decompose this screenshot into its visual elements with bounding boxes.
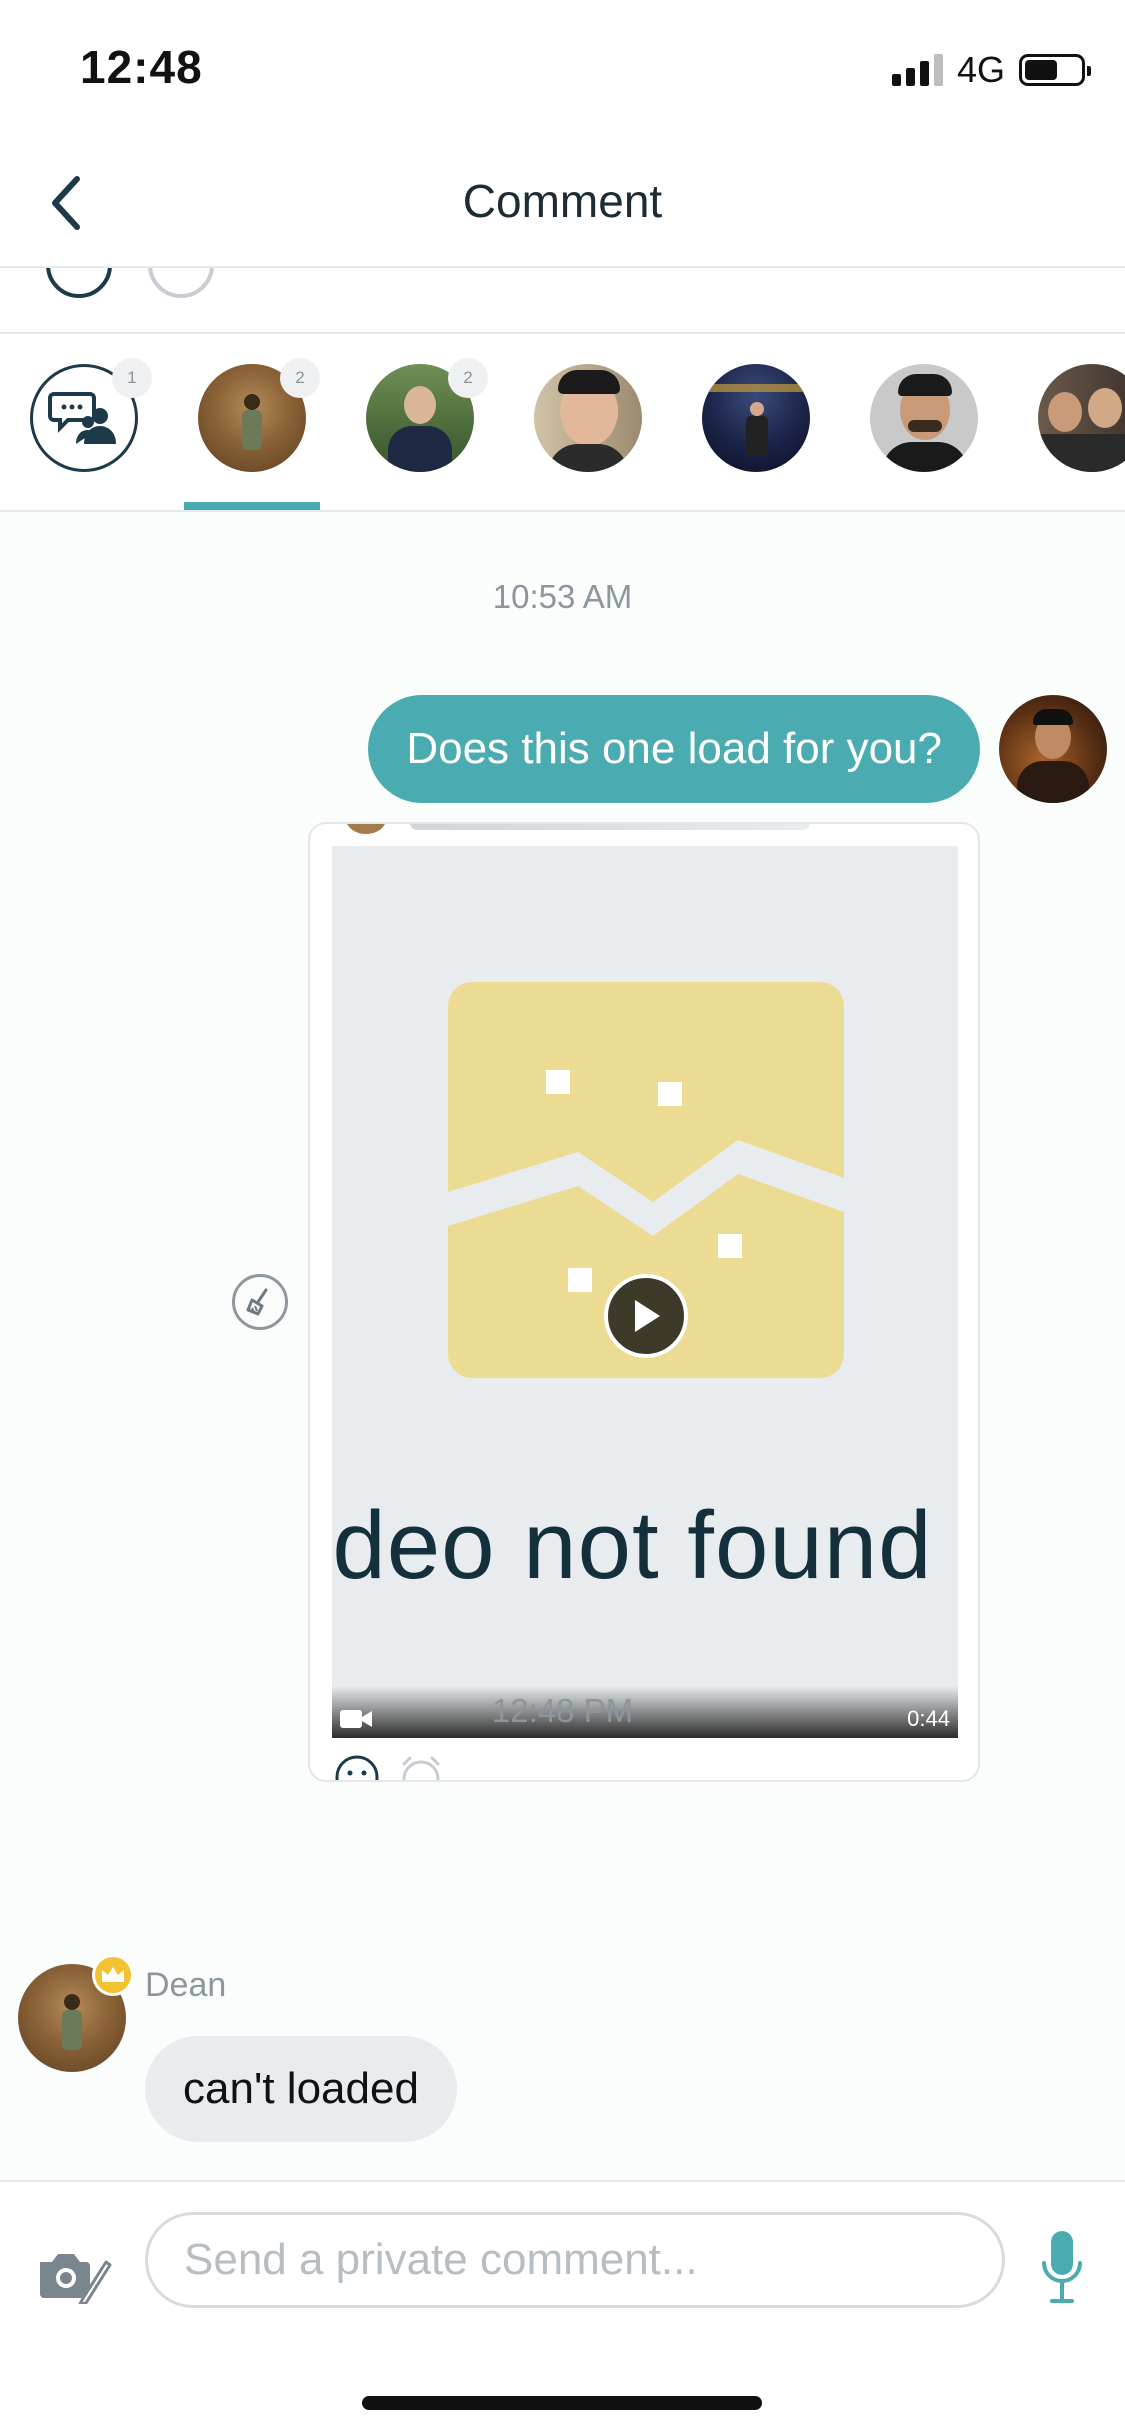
my-avatar: [999, 695, 1107, 803]
nav-bar: Comment: [0, 140, 1125, 268]
status-bar: 12:48 4G: [0, 0, 1125, 140]
battery-icon: [1019, 54, 1091, 86]
card-actions: [334, 1754, 444, 1782]
shared-media-card[interactable]: ideo not found 0:44: [308, 822, 980, 1782]
camera-edit-icon: [40, 2254, 112, 2304]
comment-composer: [0, 2180, 1125, 2436]
microphone-icon: [1042, 2231, 1082, 2303]
alarm-icon[interactable]: [148, 268, 214, 298]
shared-by-line: [410, 824, 810, 830]
chat-thread[interactable]: 10:53 AM Does this one load for you? ide…: [0, 512, 1125, 2180]
page-title: Comment: [462, 175, 663, 227]
participant-dean[interactable]: 2: [198, 358, 320, 472]
signal-icon: [891, 54, 943, 86]
sender-name: Dean: [145, 1966, 227, 2004]
participant-group[interactable]: 1: [30, 358, 152, 472]
participant-user5[interactable]: [870, 364, 978, 472]
participant-user4[interactable]: [702, 364, 810, 472]
voice-record-button[interactable]: [1027, 2222, 1097, 2312]
emoji-icon[interactable]: [46, 268, 112, 298]
incoming-message-bubble[interactable]: can't loaded: [145, 2036, 457, 2142]
message-timestamp: 10:53 AM: [492, 578, 633, 615]
outgoing-message-bubble[interactable]: Does this one load for you?: [368, 695, 980, 803]
participant-user6[interactable]: [1038, 364, 1125, 472]
comment-input[interactable]: [145, 2212, 1005, 2308]
crown-icon: [102, 1967, 124, 1982]
selected-participant-indicator: [184, 502, 320, 510]
participant-badge: 2: [280, 358, 320, 398]
avatar: [1038, 364, 1125, 472]
video-thumbnail[interactable]: ideo not found 0:44: [332, 846, 958, 1738]
emoji-reaction-icon[interactable]: [334, 1754, 380, 1782]
play-button[interactable]: [604, 1274, 688, 1358]
avatar: [870, 364, 978, 472]
participant-badge: 2: [448, 358, 488, 398]
sweep-icon: [246, 1288, 268, 1316]
message-timestamp: 12:48 PM: [491, 1692, 634, 1729]
participant-user2[interactable]: 2: [366, 358, 488, 472]
quick-action-button[interactable]: [232, 1274, 288, 1330]
avatar: [702, 364, 810, 472]
participant-badge: 1: [112, 358, 152, 398]
participants-strip: 1 2 2: [0, 334, 1125, 512]
play-icon: [635, 1300, 660, 1332]
alarm-clock-icon[interactable]: [398, 1754, 444, 1782]
scrolled-action-row: [0, 268, 1125, 334]
admin-crown-badge: [92, 1954, 134, 1996]
camera-button[interactable]: [34, 2236, 114, 2316]
participant-user3[interactable]: [534, 364, 642, 472]
home-indicator: [362, 2396, 762, 2410]
status-indicators: 4G: [891, 49, 1091, 90]
shared-by-avatar: [346, 824, 386, 834]
avatar: [534, 364, 642, 472]
network-type: 4G: [956, 49, 1005, 90]
status-time: 12:48: [80, 41, 203, 93]
video-error-text: ideo not found: [332, 1492, 933, 1599]
